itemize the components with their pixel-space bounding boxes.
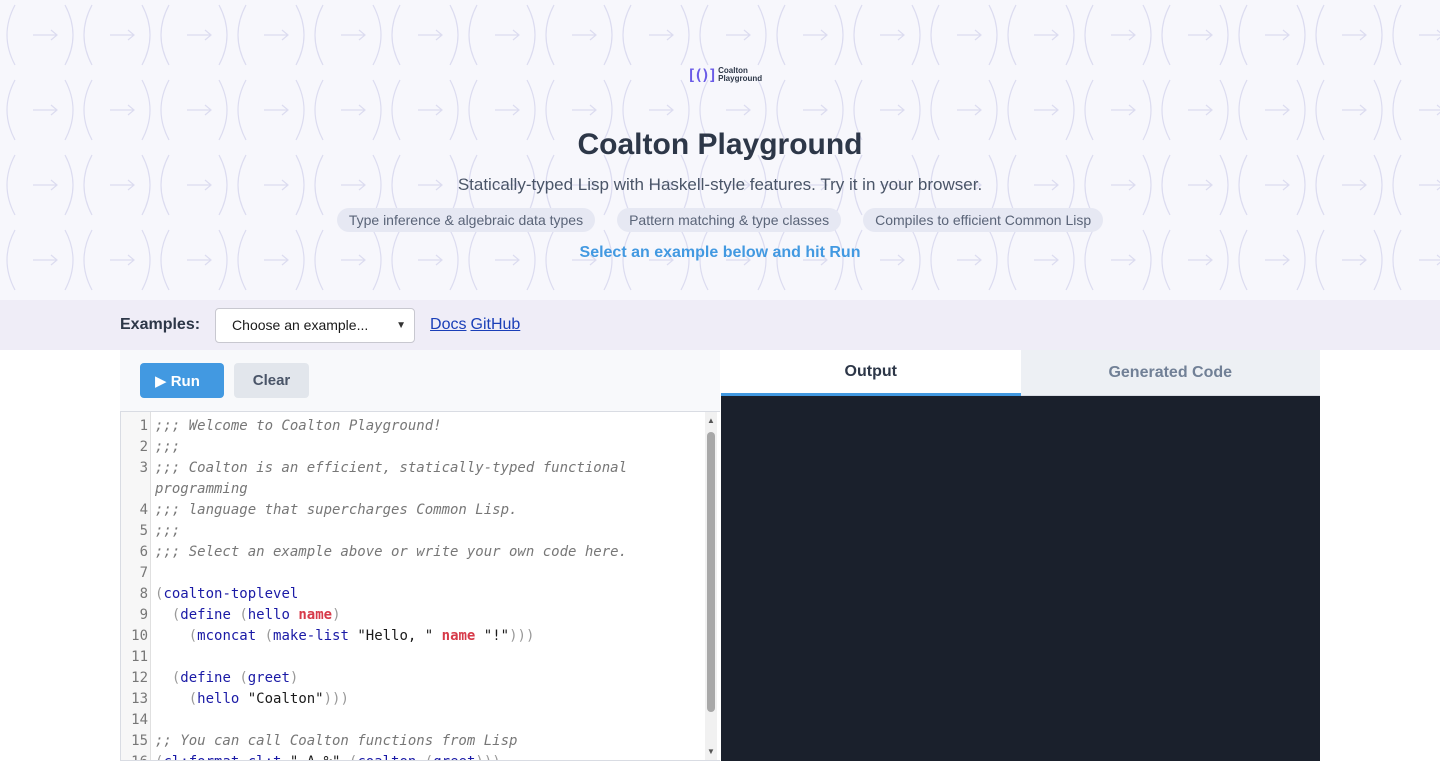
line-number: 8 (139, 586, 148, 602)
docs-link[interactable]: Docs (430, 316, 466, 334)
line-number: 5 (139, 523, 148, 539)
github-link[interactable]: GitHub (471, 316, 521, 334)
code-line: (coalton-toplevel (155, 586, 299, 602)
line-number: 6 (139, 544, 148, 560)
line-number: 16 (121, 754, 148, 760)
code-line: ;;; (155, 523, 181, 539)
code-line: (cl:format cl:t "~A~%" (coalton (greet))… (155, 754, 501, 760)
page-subtitle: Statically-typed Lisp with Haskell-style… (457, 175, 983, 194)
line-number: 9 (139, 607, 148, 623)
code-line: ;; You can call Coalton functions from L… (155, 733, 518, 749)
run-button[interactable]: ▶ Run (140, 363, 224, 398)
scroll-down-icon[interactable]: ▼ (707, 747, 715, 756)
feature-pill: Pattern matching & type classes (617, 208, 842, 232)
code-line: ;;; Coalton is an efficient, statically-… (155, 460, 628, 476)
line-number: 11 (131, 649, 148, 665)
line-number: 1 (139, 418, 148, 434)
code-line: ;;; (155, 439, 181, 455)
line-number: 10 (131, 628, 148, 644)
line-number: 14 (131, 712, 148, 728)
code-line: ;;; language that supercharges Common Li… (155, 502, 518, 518)
examples-select-value: Choose an example... (232, 317, 369, 333)
code-line: (define (hello name) (171, 607, 341, 623)
logo-text-line2: Playground (718, 74, 763, 83)
code-editor[interactable]: 12345678910111213141516 ;;; Welcome to C… (120, 411, 720, 761)
tab-output[interactable]: Output (721, 350, 1021, 396)
code-line: (hello "Coalton"))) (188, 691, 349, 707)
editor-scrollbar[interactable]: ▲ ▼ (705, 412, 717, 760)
line-number: 15 (131, 733, 148, 749)
code-line: ;;; Select an example above or write you… (155, 544, 628, 560)
code-line: programming (155, 481, 248, 497)
examples-select[interactable]: Choose an example... ▼ (215, 307, 416, 343)
chevron-down-icon: ▼ (396, 319, 407, 331)
output-console (721, 396, 1320, 761)
examples-label: Examples: (120, 316, 201, 333)
output-tabs: Output Generated Code (721, 350, 1320, 396)
tab-generated-code[interactable]: Generated Code (1020, 350, 1320, 396)
code-line: (mconcat (make-list "Hello, " name "!"))… (188, 628, 535, 644)
scroll-thumb[interactable] (707, 432, 715, 712)
line-number: 3 (139, 460, 148, 476)
hero-section: [()] Coalton Playground Coalton Playgrou… (0, 0, 1440, 300)
feature-pills: Type inference & algebraic data types Pa… (0, 208, 1440, 232)
coalton-logo: [()] Coalton Playground (687, 66, 762, 84)
hint-text: Select an example below and hit Run (579, 244, 861, 261)
editor-panel: ▶ Run Clear 12345678910111213141516 ;;; … (120, 350, 720, 761)
logo-icon: [()] (687, 66, 717, 84)
editor-actions: ▶ Run Clear (120, 350, 720, 411)
line-number: 13 (131, 691, 148, 707)
scroll-up-icon[interactable]: ▲ (707, 416, 715, 425)
line-number: 12 (131, 670, 148, 686)
code-line: (define (greet) (171, 670, 299, 686)
line-number: 7 (139, 565, 148, 581)
feature-pill: Type inference & algebraic data types (336, 208, 596, 232)
examples-toolbar: Examples: Choose an example... ▼ Docs Gi… (0, 300, 1440, 350)
line-number: 4 (139, 502, 148, 518)
feature-pill: Compiles to efficient Common Lisp (863, 208, 1104, 232)
output-panel: Output Generated Code (721, 350, 1320, 761)
page-title: Coalton Playground (577, 128, 863, 161)
line-number: 2 (139, 439, 148, 455)
clear-button[interactable]: Clear (234, 363, 309, 398)
code-line: ;;; Welcome to Coalton Playground! (155, 418, 442, 434)
